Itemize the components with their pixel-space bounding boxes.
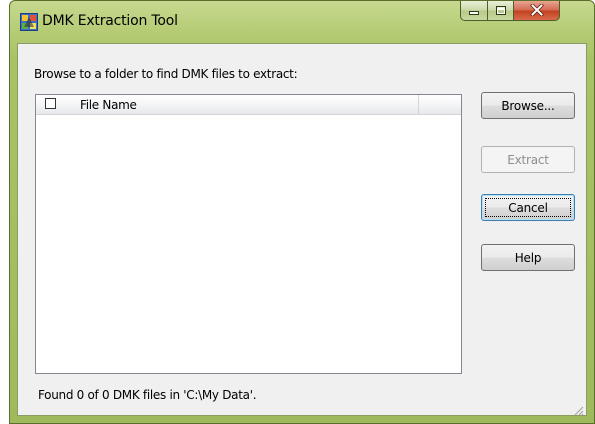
close-button[interactable] [513, 1, 560, 21]
close-icon [529, 1, 544, 20]
title-bar[interactable]: DMK Extraction Tool [10, 1, 594, 43]
window-title: DMK Extraction Tool [42, 13, 178, 29]
minimize-icon [468, 1, 480, 20]
cancel-button[interactable]: Cancel [481, 194, 575, 221]
extract-button[interactable]: Extract [481, 146, 575, 173]
minimize-button[interactable] [460, 1, 488, 21]
file-list[interactable]: File Name [35, 94, 462, 374]
maximize-button[interactable] [487, 1, 514, 21]
file-list-body[interactable] [36, 115, 461, 373]
help-button-label: Help [514, 250, 542, 265]
help-button[interactable]: Help [481, 244, 575, 271]
browse-button[interactable]: Browse... [481, 92, 575, 119]
browse-button-label: Browse... [501, 98, 555, 113]
instruction-label: Browse to a folder to find DMK files to … [34, 67, 298, 81]
column-header-empty[interactable] [419, 95, 461, 114]
extract-button-label: Extract [507, 152, 549, 167]
maximize-icon [495, 1, 507, 20]
column-header-file-name[interactable]: File Name [36, 95, 419, 114]
column-header-label: File Name [80, 98, 137, 112]
dialog-window: DMK Extraction Tool Browse to a folder t… [9, 0, 595, 424]
dialog-client-area: Browse to a folder to find DMK files to … [17, 43, 587, 416]
status-label: Found 0 of 0 DMK files in 'C:\My Data'. [38, 388, 257, 402]
window-controls [460, 1, 587, 22]
cancel-button-label: Cancel [508, 200, 548, 215]
file-list-header: File Name [36, 95, 461, 115]
dmk-app-icon[interactable] [20, 13, 38, 31]
resize-grip-icon[interactable] [572, 401, 584, 416]
select-all-checkbox[interactable] [45, 98, 56, 109]
